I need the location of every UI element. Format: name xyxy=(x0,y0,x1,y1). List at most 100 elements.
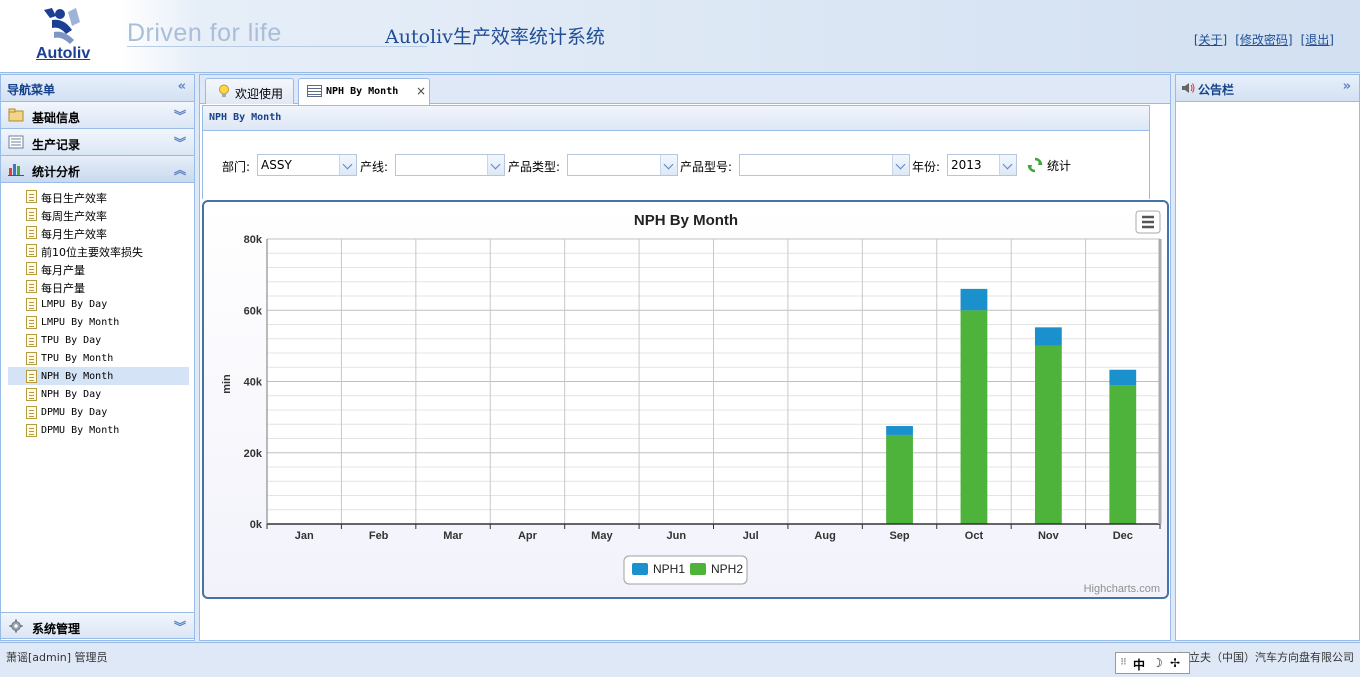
panel-title: NPH By Month xyxy=(209,112,282,123)
tab-bar: 欢迎使用 NPH By Month × xyxy=(200,75,1170,105)
line-select[interactable] xyxy=(395,154,505,176)
ime-toolbar[interactable]: ⠿ 中 ☽ ✢ xyxy=(1115,652,1190,674)
document-icon xyxy=(26,208,37,221)
section-production-records[interactable]: 生产记录 ︾ xyxy=(1,129,194,156)
bar-nph2-nov[interactable] xyxy=(1034,345,1062,524)
nav-item-weekly-efficiency[interactable]: 每周生产效率 xyxy=(8,205,189,223)
chevron-down-icon[interactable] xyxy=(999,155,1016,175)
bar-nph1-sep[interactable] xyxy=(886,426,913,435)
bulletin-header: 公告栏 » xyxy=(1176,75,1359,102)
nph-chart: NPH By Month Jan Feb Mar Apr May Jun Jul Aug Sep… xyxy=(221,210,1162,595)
section-basic-info[interactable]: 基础信息 ︾ xyxy=(1,102,194,129)
ime-punct-icon[interactable]: ✢ xyxy=(1170,656,1180,670)
x-tick-label: Apr xyxy=(518,530,538,542)
line-label: 产线: xyxy=(360,160,389,174)
main-panel: 欢迎使用 NPH By Month × NPH By Month 部门: ASS… xyxy=(199,74,1171,641)
ime-handle-icon[interactable]: ⠿ xyxy=(1120,658,1127,668)
chart-credits[interactable]: Highcharts.com xyxy=(1084,583,1160,595)
nav-item-tpu-month[interactable]: TPU By Month xyxy=(8,349,189,367)
chart-legend: NPH1 NPH2 xyxy=(623,555,748,585)
chevron-down-icon[interactable]: ︾ xyxy=(174,107,186,124)
nav-item-top10-losses[interactable]: 前10位主要效率损失 xyxy=(8,241,189,259)
top-links: [关于] [修改密码] [退出] xyxy=(1186,31,1334,48)
legend-swatch-nph1 xyxy=(632,563,648,575)
nav-item-lmpu-day[interactable]: LMPU By Day xyxy=(8,295,189,313)
tab-nph-by-month[interactable]: NPH By Month × xyxy=(298,78,430,105)
nav-item-daily-efficiency[interactable]: 每日生产效率 xyxy=(8,187,189,205)
section-label: 基础信息 xyxy=(32,111,81,125)
bar-nph1-dec[interactable] xyxy=(1109,369,1137,386)
chevron-down-icon[interactable]: ︾ xyxy=(174,134,186,151)
bar-nph1-nov[interactable] xyxy=(1034,327,1062,346)
bar-nph1-oct[interactable] xyxy=(960,288,988,311)
chevron-down-icon[interactable] xyxy=(487,155,504,175)
table-icon xyxy=(307,85,322,97)
slogan-underline xyxy=(127,46,427,47)
document-icon xyxy=(26,406,37,419)
chevron-down-icon[interactable] xyxy=(660,155,677,175)
bar-nph2-sep[interactable] xyxy=(886,434,913,524)
bar-nph2-oct[interactable] xyxy=(960,310,988,524)
x-tick-label: Jun xyxy=(667,530,687,542)
nav-panel: 导航菜单 « 基础信息 ︾ 生产记录 ︾ 统计分析 ︽ 每日生产效率 每周生产效… xyxy=(0,74,195,641)
chevron-down-icon[interactable]: ︾ xyxy=(174,618,186,635)
document-icon xyxy=(26,226,37,239)
bar-nph2-dec[interactable] xyxy=(1109,385,1137,524)
x-tick-label: Aug xyxy=(814,530,835,542)
ime-halfwidth-icon[interactable]: ☽ xyxy=(1152,656,1163,670)
year-select[interactable]: 2013 xyxy=(947,154,1017,176)
tab-welcome[interactable]: 欢迎使用 xyxy=(205,78,294,104)
ime-chinese-mode[interactable]: 中 xyxy=(1133,656,1145,673)
section-statistics[interactable]: 统计分析 ︽ xyxy=(1,156,194,183)
nav-header: 导航菜单 « xyxy=(1,75,194,102)
nav-item-list: 每日生产效率 每周生产效率 每月生产效率 前10位主要效率损失 每月产量 每日产… xyxy=(8,187,189,439)
logout-link[interactable]: [退出] xyxy=(1301,33,1334,47)
chevron-up-icon[interactable]: ︽ xyxy=(174,161,186,178)
nav-item-daily-output[interactable]: 每日产量 xyxy=(8,277,189,295)
document-icon xyxy=(26,298,37,311)
chart-container: NPH By Month Jan Feb Mar Apr May Jun Jul Aug Sep… xyxy=(202,200,1169,599)
product-model-select[interactable] xyxy=(739,154,910,176)
filter-bar: 部门: ASSY 产线: 产品类型: 产品型号: 年份: 2013 统计 xyxy=(202,131,1150,199)
document-icon xyxy=(26,334,37,347)
legend-nph1[interactable]: NPH1 xyxy=(653,562,685,576)
x-tick-label: Mar xyxy=(443,530,463,542)
collapse-right-icon[interactable]: » xyxy=(1343,79,1351,94)
section-system-management[interactable]: 系统管理 ︾ xyxy=(1,612,194,639)
document-icon xyxy=(26,424,37,437)
logo-text: Autoliv xyxy=(36,45,91,62)
dept-select[interactable]: ASSY xyxy=(257,154,357,176)
slogan: Driven for life xyxy=(127,19,282,47)
nav-item-nph-day[interactable]: NPH By Day xyxy=(8,385,189,403)
bulletin-title: 公告栏 xyxy=(1198,83,1235,97)
section-label: 系统管理 xyxy=(32,622,81,636)
nav-item-dpmu-day[interactable]: DPMU By Day xyxy=(8,403,189,421)
product-type-select[interactable] xyxy=(567,154,678,176)
chart-grid xyxy=(266,238,1161,525)
nav-item-monthly-efficiency[interactable]: 每月生产效率 xyxy=(8,223,189,241)
close-icon[interactable]: × xyxy=(416,84,426,98)
y-tick-label: 20k xyxy=(244,448,263,460)
document-icon xyxy=(26,352,37,365)
collapse-left-icon[interactable]: « xyxy=(178,79,186,94)
nav-item-monthly-output[interactable]: 每月产量 xyxy=(8,259,189,277)
nav-item-dpmu-month[interactable]: DPMU By Month xyxy=(8,421,189,439)
nav-title: 导航菜单 xyxy=(7,83,56,97)
about-link[interactable]: [关于] xyxy=(1194,33,1227,47)
document-icon xyxy=(26,280,37,293)
chevron-down-icon[interactable] xyxy=(892,155,909,175)
document-icon xyxy=(26,262,37,275)
document-icon xyxy=(26,190,37,203)
dept-label: 部门: xyxy=(222,160,251,174)
chevron-down-icon[interactable] xyxy=(339,155,356,175)
chart-menu-icon[interactable] xyxy=(1135,210,1161,234)
product-model-label: 产品型号: xyxy=(680,160,733,174)
nav-item-nph-month[interactable]: NPH By Month xyxy=(8,367,189,385)
document-icon xyxy=(26,388,37,401)
nav-item-lmpu-month[interactable]: LMPU By Month xyxy=(8,313,189,331)
nav-item-tpu-day[interactable]: TPU By Day xyxy=(8,331,189,349)
change-password-link[interactable]: [修改密码] xyxy=(1235,33,1292,47)
bulletin-board: 公告栏 » xyxy=(1175,74,1360,641)
legend-swatch-nph2 xyxy=(690,563,706,575)
legend-nph2[interactable]: NPH2 xyxy=(711,562,743,576)
